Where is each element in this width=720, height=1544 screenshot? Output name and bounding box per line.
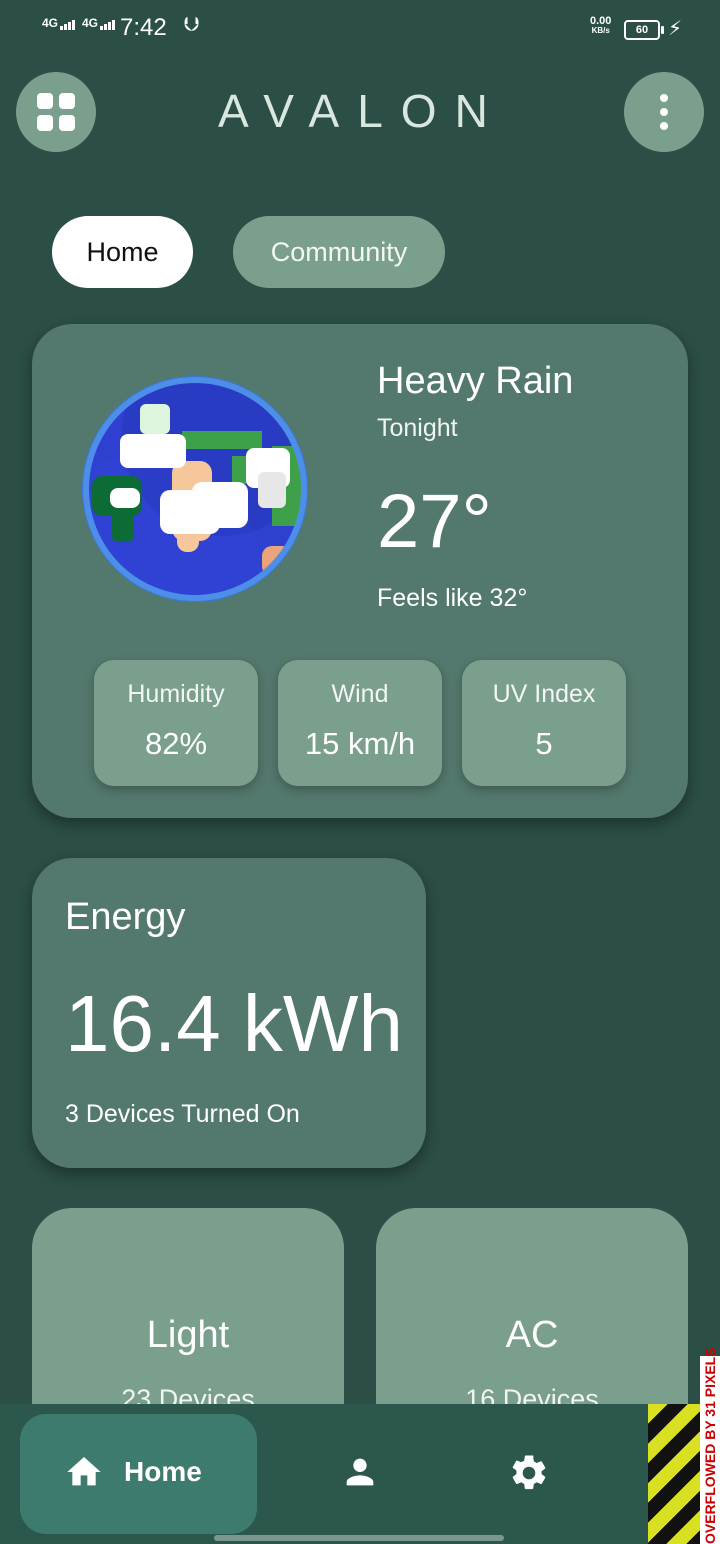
weather-period: Tonight <box>377 414 458 442</box>
stat-value: 5 <box>535 726 553 761</box>
battery-icon: 60 <box>624 20 664 40</box>
charging-icon: ⚡ <box>668 18 683 40</box>
app-logo: AVALON <box>218 85 506 137</box>
weather-condition: Heavy Rain <box>377 360 574 402</box>
signal-icon: 4G <box>82 16 116 30</box>
overflow-warning-label: OVERFLOWED BY 31 PIXELS <box>700 1347 720 1544</box>
wind-stat: Wind 15 km/h <box>278 660 442 786</box>
humidity-stat: Humidity 82% <box>94 660 258 786</box>
energy-value: 16.4 kWh <box>65 979 403 1068</box>
temperature: 27° <box>377 479 492 564</box>
globe-weather-illustration <box>82 376 308 602</box>
tab-home[interactable]: Home <box>52 216 193 288</box>
device-name: Light <box>146 1314 230 1356</box>
status-time: 7:42 <box>120 14 167 41</box>
energy-subtitle: 3 Devices Turned On <box>65 1100 300 1128</box>
signal-icon: 4G <box>42 16 76 30</box>
menu-button[interactable] <box>16 72 96 152</box>
stat-label: Wind <box>331 680 389 708</box>
stat-value: 82% <box>144 726 208 761</box>
uv-index-stat: UV Index 5 <box>462 660 626 786</box>
stat-label: Humidity <box>127 680 225 708</box>
usb-icon: ⮋ <box>184 14 200 36</box>
more-vertical-icon <box>660 94 668 130</box>
feels-like: Feels like 32° <box>377 584 528 612</box>
stat-label: UV Index <box>492 680 596 708</box>
tab-community[interactable]: Community <box>233 216 445 288</box>
status-bar: 4G 4G 7:42 ⮋ 0.00 KB/s 60 ⚡ <box>0 0 720 56</box>
stat-value: 15 km/h <box>304 726 416 761</box>
more-options-button[interactable] <box>624 72 704 152</box>
energy-title: Energy <box>65 896 186 938</box>
person-icon[interactable] <box>340 1452 380 1492</box>
gesture-handle <box>214 1535 504 1541</box>
data-speed: 0.00 KB/s <box>590 15 612 36</box>
device-name: AC <box>505 1314 559 1356</box>
nav-home-label: Home <box>124 1456 202 1487</box>
home-icon <box>67 1457 101 1486</box>
gear-icon[interactable] <box>508 1452 550 1494</box>
grid-icon <box>37 93 75 131</box>
